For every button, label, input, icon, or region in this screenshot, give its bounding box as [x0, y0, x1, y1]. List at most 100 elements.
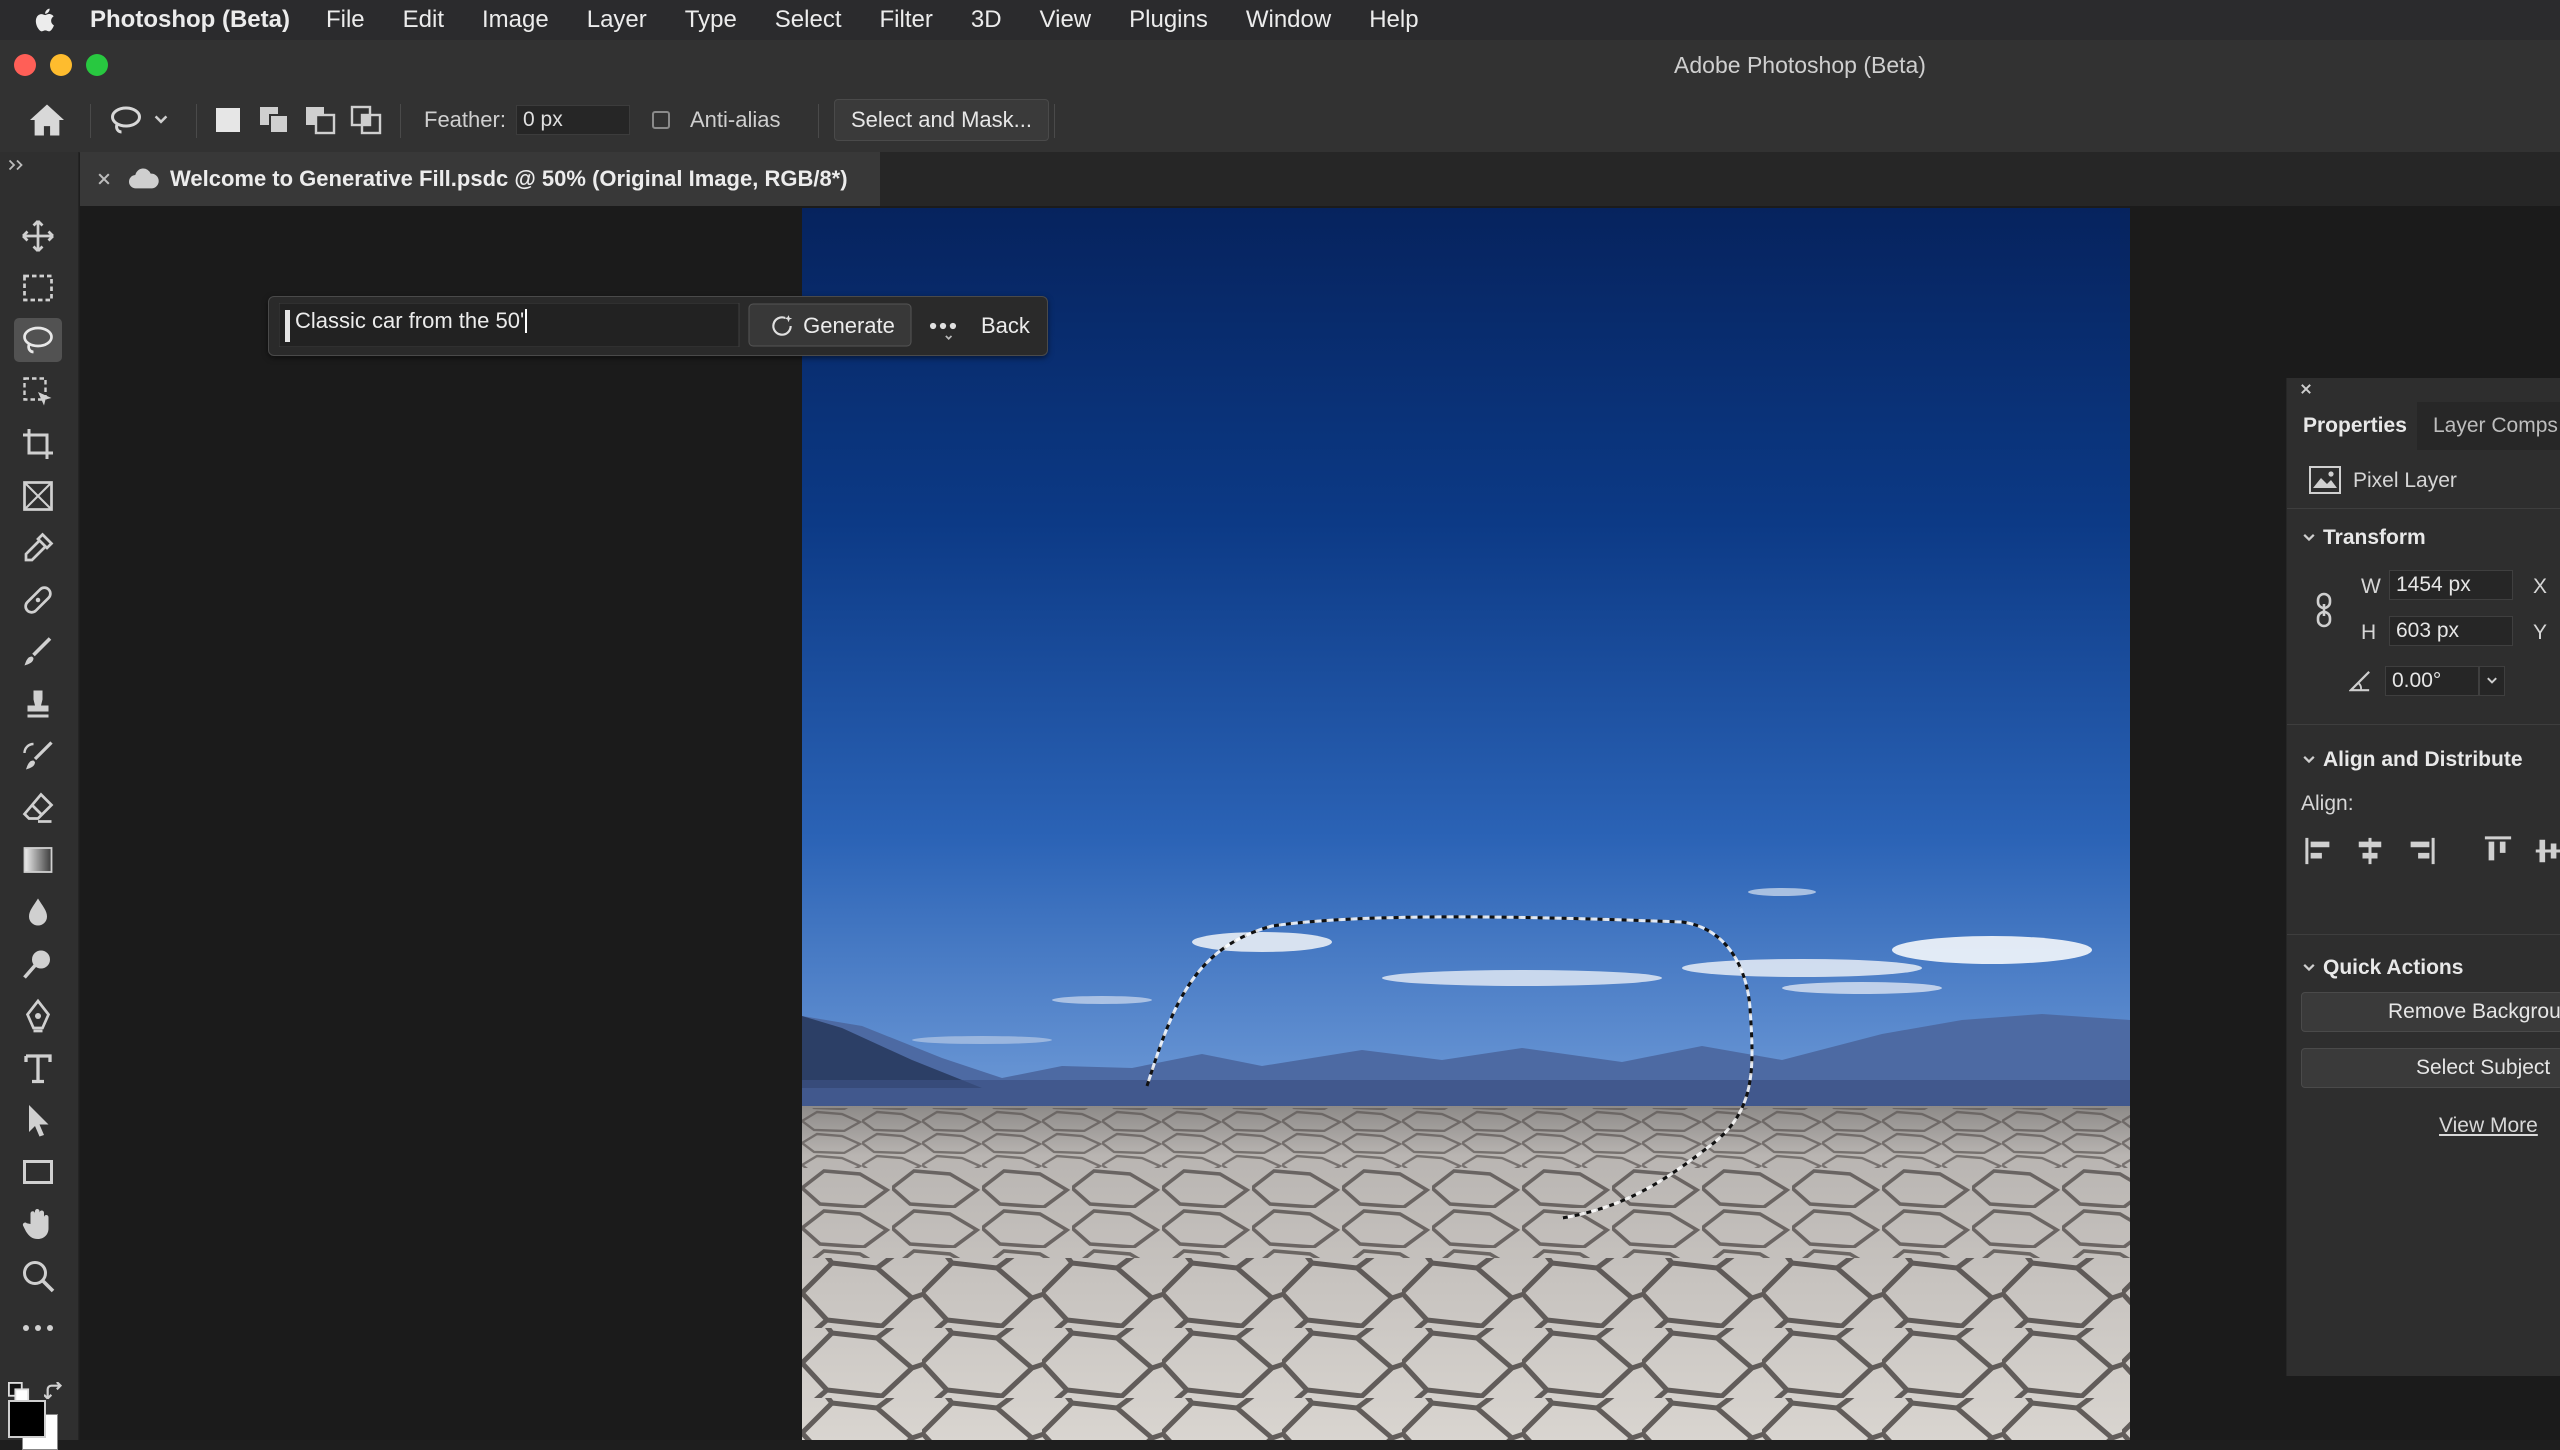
eraser-tool[interactable]: [14, 786, 62, 830]
menu-layer[interactable]: Layer: [587, 6, 647, 34]
rectangular-marquee-icon: [23, 274, 53, 302]
link-icon[interactable]: [2313, 592, 2335, 628]
remove-background-button[interactable]: Remove Backgrou: [2301, 992, 2560, 1032]
crop-tool[interactable]: [14, 422, 62, 466]
app-name[interactable]: Photoshop (Beta): [90, 6, 290, 34]
anti-alias-label: Anti-alias: [690, 107, 781, 132]
view-more-link[interactable]: View More: [2439, 1114, 2538, 1138]
gradient-tool[interactable]: [14, 838, 62, 882]
chevron-down-icon[interactable]: [2301, 530, 2317, 546]
align-right-icon[interactable]: [2405, 836, 2435, 866]
swap-colors-icon[interactable]: [44, 1382, 66, 1404]
menu-file[interactable]: File: [326, 6, 365, 34]
height-input[interactable]: 603 px: [2389, 616, 2513, 646]
align-top-icon[interactable]: [2483, 836, 2513, 866]
window-titlebar: Adobe Photoshop (Beta): [0, 40, 2560, 89]
lasso-preset-picker[interactable]: [108, 88, 170, 152]
rectangle-tool[interactable]: [14, 1150, 62, 1194]
pen-tool[interactable]: [14, 994, 62, 1038]
pixel-layer-icon: [2309, 466, 2341, 494]
tab-layer-comps[interactable]: Layer Comps: [2433, 414, 2558, 438]
menu-3d[interactable]: 3D: [971, 6, 1002, 34]
generate-sparkle-icon: [772, 315, 793, 336]
expand-panel-icon[interactable]: [8, 158, 26, 172]
brush-icon: [24, 637, 52, 666]
align-horizontal-center-icon[interactable]: [2355, 836, 2385, 866]
type-tool[interactable]: [14, 1046, 62, 1090]
select-subject-button[interactable]: Select Subject: [2301, 1048, 2560, 1088]
more-options-button[interactable]: [921, 304, 965, 348]
menu-plugins[interactable]: Plugins: [1129, 6, 1208, 34]
lasso-tool[interactable]: [14, 318, 62, 362]
close-panel-icon[interactable]: [2299, 382, 2313, 396]
cloud-document-icon: [128, 168, 159, 189]
menu-filter[interactable]: Filter: [880, 6, 933, 34]
clone-stamp-tool[interactable]: [14, 682, 62, 726]
water-drop-icon: [29, 898, 47, 926]
new-selection-button[interactable]: [214, 88, 242, 152]
stamp-icon: [27, 690, 49, 718]
tab-properties[interactable]: Properties: [2303, 414, 2407, 438]
macos-menubar: Photoshop (Beta) File Edit Image Layer T…: [0, 0, 2560, 40]
object-selection-tool[interactable]: [14, 370, 62, 414]
foreground-color-swatch[interactable]: [8, 1400, 46, 1438]
history-brush-tool[interactable]: [14, 734, 62, 778]
menu-type[interactable]: Type: [685, 6, 737, 34]
anti-alias-checkbox[interactable]: [652, 111, 670, 129]
angle-dropdown[interactable]: [2479, 666, 2505, 696]
y-label: Y: [2533, 621, 2548, 644]
home-button[interactable]: [28, 88, 66, 152]
eyedropper-tool[interactable]: [14, 526, 62, 570]
menu-image[interactable]: Image: [482, 6, 549, 34]
layer-type-label: Pixel Layer: [2353, 469, 2457, 492]
add-selection-button[interactable]: [258, 88, 290, 152]
feather-input[interactable]: 0 px: [516, 105, 630, 135]
chevron-down-icon[interactable]: [2301, 752, 2317, 768]
intersect-selection-icon: [350, 105, 382, 135]
align-left-icon[interactable]: [2305, 836, 2335, 866]
menu-edit[interactable]: Edit: [403, 6, 444, 34]
home-icon: [30, 104, 64, 136]
hand-tool[interactable]: [14, 1202, 62, 1246]
zoom-tool[interactable]: [14, 1254, 62, 1298]
edit-toolbar-button[interactable]: [14, 1306, 62, 1350]
frame-tool[interactable]: [14, 474, 62, 518]
healing-brush-tool[interactable]: [14, 578, 62, 622]
document-tab[interactable]: Welcome to Generative Fill.psdc @ 50% (O…: [80, 152, 880, 206]
prompt-input[interactable]: Classic car from the 50': [295, 308, 524, 334]
apple-icon[interactable]: [32, 6, 60, 34]
marquee-tool[interactable]: [14, 266, 62, 310]
menu-window[interactable]: Window: [1246, 6, 1331, 34]
path-selection-tool[interactable]: [14, 1098, 62, 1142]
generate-button[interactable]: Generate: [753, 304, 911, 348]
menu-select[interactable]: Select: [775, 6, 842, 34]
menu-view[interactable]: View: [1040, 6, 1092, 34]
intersect-selection-button[interactable]: [350, 88, 382, 152]
close-tab-icon[interactable]: [96, 171, 112, 187]
angle-input[interactable]: 0.00°: [2385, 666, 2479, 696]
angle-icon: [2349, 671, 2370, 692]
magnifier-icon: [23, 1261, 55, 1293]
back-button[interactable]: Back: [981, 304, 1030, 348]
dodge-icon: [23, 950, 50, 979]
width-input[interactable]: 1454 px: [2389, 570, 2513, 600]
subtract-selection-icon: [306, 107, 336, 135]
align-label: Align:: [2301, 792, 2354, 815]
chevron-down-icon[interactable]: [2301, 960, 2317, 976]
width-label: W: [2361, 575, 2381, 598]
generate-label: Generate: [803, 313, 895, 338]
brush-tool[interactable]: [14, 630, 62, 674]
move-tool[interactable]: [14, 214, 62, 258]
more-dots-icon: [23, 1325, 53, 1331]
dodge-tool[interactable]: [14, 942, 62, 986]
subtract-selection-button[interactable]: [304, 88, 336, 152]
document-canvas-image[interactable]: [802, 208, 2130, 1440]
blur-tool[interactable]: [14, 890, 62, 934]
align-vertical-center-icon[interactable]: [2533, 836, 2560, 866]
select-and-mask-button[interactable]: Select and Mask...: [834, 99, 1049, 141]
contextual-task-bar: Classic car from the 50' Generate Back: [268, 296, 1048, 356]
bandage-icon: [24, 586, 52, 614]
new-selection-icon: [216, 108, 240, 132]
menu-help[interactable]: Help: [1369, 6, 1418, 34]
text-cursor: [525, 309, 528, 333]
